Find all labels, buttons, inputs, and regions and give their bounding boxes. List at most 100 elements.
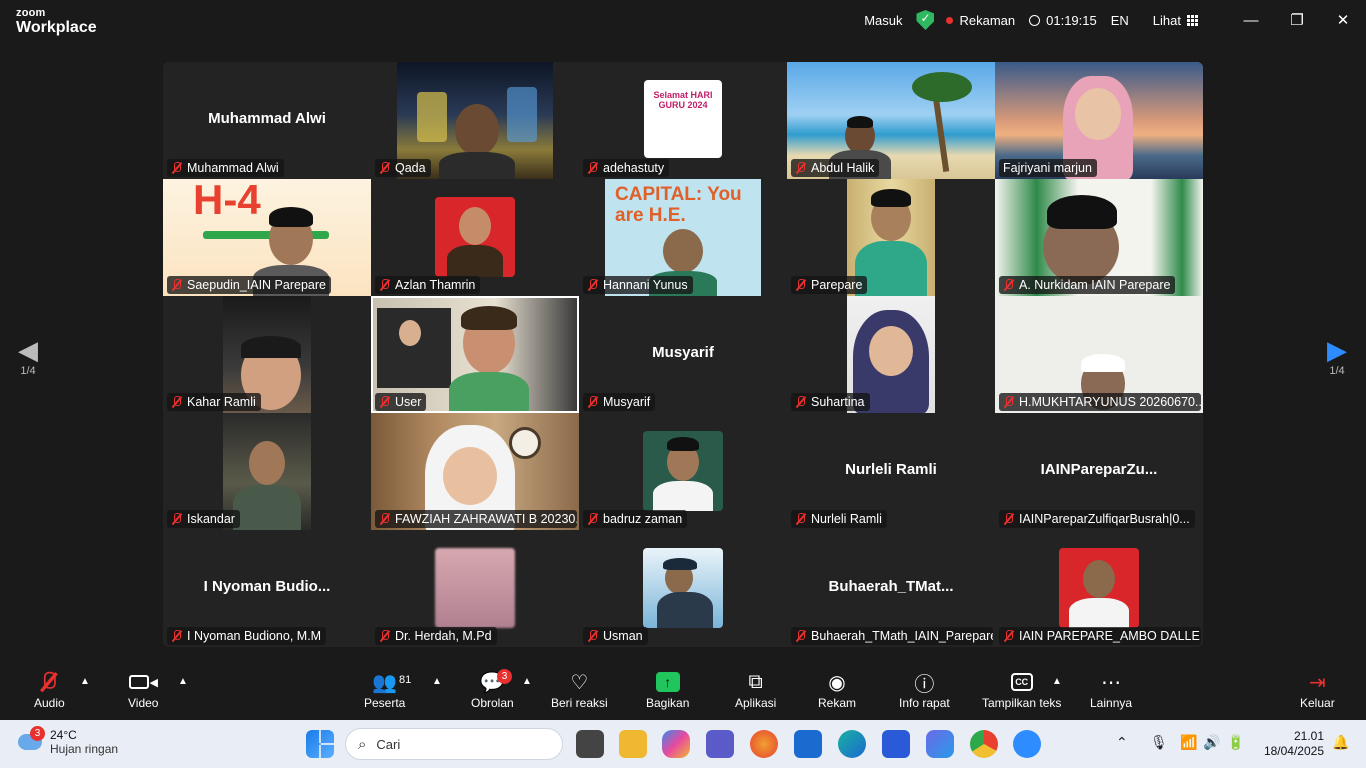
share-screen-icon: ↑ — [655, 668, 680, 696]
record-icon: ◉ — [828, 671, 846, 694]
meeting-info-button[interactable]: ⓘ Info rapat — [899, 668, 950, 711]
share-screen-button[interactable]: ↑ Bagikan — [646, 668, 689, 710]
record-button[interactable]: ◉ Rekam — [818, 668, 856, 711]
record-dot-icon — [946, 16, 954, 24]
minimize-button[interactable]: — — [1228, 0, 1274, 40]
mic-muted-icon — [1003, 279, 1015, 291]
participant-tile[interactable]: Iskandar — [163, 413, 371, 530]
mic-muted-icon — [171, 630, 183, 642]
audio-button[interactable]: Audio — [34, 668, 65, 710]
next-page-button[interactable]: ▶ 1/4 — [1317, 335, 1357, 377]
react-button[interactable]: ♡ Beri reaksi — [551, 668, 608, 711]
leave-meeting-button[interactable]: ⇥ Keluar — [1300, 668, 1335, 711]
participant-tile[interactable]: Parepare — [787, 179, 995, 296]
participant-tile[interactable]: badruz zaman — [579, 413, 787, 530]
battery-icon[interactable]: 🔋 — [1227, 734, 1244, 751]
participant-nametag: Saepudin_IAIN Parepare — [167, 276, 331, 294]
participant-tile[interactable]: I Nyoman Budio... I Nyoman Budiono, M.M — [163, 530, 371, 647]
previous-page-button[interactable]: ◀ 1/4 — [8, 335, 48, 377]
windows-start-icon[interactable] — [306, 730, 334, 758]
participant-tile[interactable]: Buhaerah_TMat... Buhaerah_TMath_IAIN_Par… — [787, 530, 995, 647]
participant-tile[interactable]: IAINPareparZu... IAINPareparZulfiqarBusr… — [995, 413, 1203, 530]
participant-nametag: Musyarif — [583, 393, 656, 411]
meeting-controls-toolbar: Audio ▲ ◀ Video ▲ 👥 Peserta 81 ▲ 💬 Obrol… — [0, 660, 1366, 720]
view-button[interactable]: Lihat — [1153, 13, 1198, 28]
mic-muted-icon — [171, 162, 183, 174]
close-button[interactable]: ✕ — [1320, 0, 1366, 40]
participant-nametag: Azlan Thamrin — [375, 276, 481, 294]
microphone-tray-icon[interactable]: 🎙 — [1150, 734, 1168, 751]
participant-nametag: FAWZIAH ZAHRAWATI B 20230... — [375, 510, 577, 528]
volume-icon[interactable]: 🔊 — [1203, 734, 1220, 751]
zoom-workplace-logo: zoom Workplace — [16, 7, 97, 36]
participant-tile[interactable]: Nurleli Ramli Nurleli Ramli — [787, 413, 995, 530]
security-shield-icon[interactable] — [916, 10, 935, 30]
participant-tile[interactable]: Kahar Ramli — [163, 296, 371, 413]
video-options-caret[interactable]: ▲ — [178, 676, 188, 687]
chat-options-caret[interactable]: ▲ — [522, 676, 532, 687]
file-explorer-icon[interactable] — [619, 730, 647, 758]
captions-options-caret[interactable]: ▲ — [1052, 676, 1062, 687]
language-interpretation[interactable]: EN — [1111, 13, 1129, 28]
taskbar-clock[interactable]: 21.01 18/04/2025 — [1262, 729, 1324, 759]
firefox-icon[interactable] — [750, 730, 778, 758]
captions-button[interactable]: CC Tampilkan teks — [982, 668, 1061, 710]
participant-tile[interactable]: User — [371, 296, 579, 413]
zoom-app-icon[interactable] — [1013, 730, 1041, 758]
participant-nametag: Kahar Ramli — [167, 393, 261, 411]
participant-tile[interactable]: H-4 Saepudin_IAIN Parepare — [163, 179, 371, 296]
mic-muted-icon — [379, 396, 391, 408]
participant-tile[interactable]: A. Nurkidam IAIN Parepare — [995, 179, 1203, 296]
closed-captions-icon: CC — [1010, 668, 1033, 696]
participant-profile-picture — [435, 548, 515, 628]
participant-tile[interactable]: Dr. Herdah, M.Pd — [371, 530, 579, 647]
outlook-icon[interactable] — [794, 730, 822, 758]
app-icon[interactable] — [926, 730, 954, 758]
teams-icon[interactable] — [706, 730, 734, 758]
participant-tile[interactable]: Qada — [371, 62, 579, 179]
mic-muted-icon — [1003, 630, 1015, 642]
participant-nametag: Parepare — [791, 276, 868, 294]
participant-tile[interactable]: Selamat HARI GURU 2024 adehastuty — [579, 62, 787, 179]
participant-nametag: Abdul Halik — [791, 159, 880, 177]
chrome-icon[interactable] — [970, 730, 998, 758]
participant-nametag: Iskandar — [167, 510, 240, 528]
participant-tile-active-speaker[interactable]: Fajriyani marjun — [995, 62, 1203, 179]
restore-button[interactable]: ❐ — [1274, 0, 1320, 40]
show-hidden-icons-chevron[interactable]: ⌃ — [1116, 734, 1128, 751]
participant-tile[interactable]: FAWZIAH ZAHRAWATI B 20230... — [371, 413, 579, 530]
more-button[interactable]: ⋯ Lainnya — [1090, 668, 1132, 711]
mic-muted-icon — [587, 630, 599, 642]
video-button[interactable]: ◀ Video — [128, 668, 158, 710]
mic-muted-icon — [587, 513, 599, 525]
participant-nametag: Suhartina — [791, 393, 870, 411]
taskbar-search-box[interactable]: ⌕ Cari — [345, 728, 563, 760]
audio-options-caret[interactable]: ▲ — [80, 676, 90, 687]
app-icon[interactable] — [882, 730, 910, 758]
participant-tile[interactable]: CAPITAL: You are H.E. Hannani Yunus — [579, 179, 787, 296]
participant-tile[interactable]: Usman — [579, 530, 787, 647]
notification-bell-icon[interactable]: 🔔 — [1332, 734, 1349, 751]
mic-muted-icon — [795, 279, 807, 291]
wifi-icon[interactable]: 📶 — [1180, 734, 1197, 751]
leave-door-icon: ⇥ — [1308, 671, 1326, 694]
participant-nametag: IAINPareparZulfiqarBusrah|0... — [999, 510, 1195, 528]
apps-button[interactable]: ⧉ Aplikasi — [735, 668, 776, 711]
copilot-icon[interactable] — [662, 730, 690, 758]
participant-tile[interactable]: Azlan Thamrin — [371, 179, 579, 296]
mic-muted-icon — [587, 162, 599, 174]
recording-indicator[interactable]: Rekaman — [946, 13, 1015, 28]
clock-icon — [1029, 14, 1041, 26]
participant-nametag: Buhaerah_TMath_IAIN_Parepare — [791, 627, 993, 645]
signin-link[interactable]: Masuk — [864, 13, 902, 28]
participant-tile[interactable]: H.MUKHTARYUNUS 20260670... — [995, 296, 1203, 413]
participants-options-caret[interactable]: ▲ — [432, 676, 442, 687]
participant-tile[interactable]: Abdul Halik — [787, 62, 995, 179]
participant-tile[interactable]: Musyarif Musyarif — [579, 296, 787, 413]
participant-tile[interactable]: Muhammad Alwi Muhammad Alwi — [163, 62, 371, 179]
mic-muted-icon — [795, 630, 807, 642]
edge-icon[interactable] — [838, 730, 866, 758]
participant-tile[interactable]: IAIN PAREPARE_AMBO DALLE — [995, 530, 1203, 647]
task-view-icon[interactable] — [576, 730, 604, 758]
participant-tile[interactable]: Suhartina — [787, 296, 995, 413]
